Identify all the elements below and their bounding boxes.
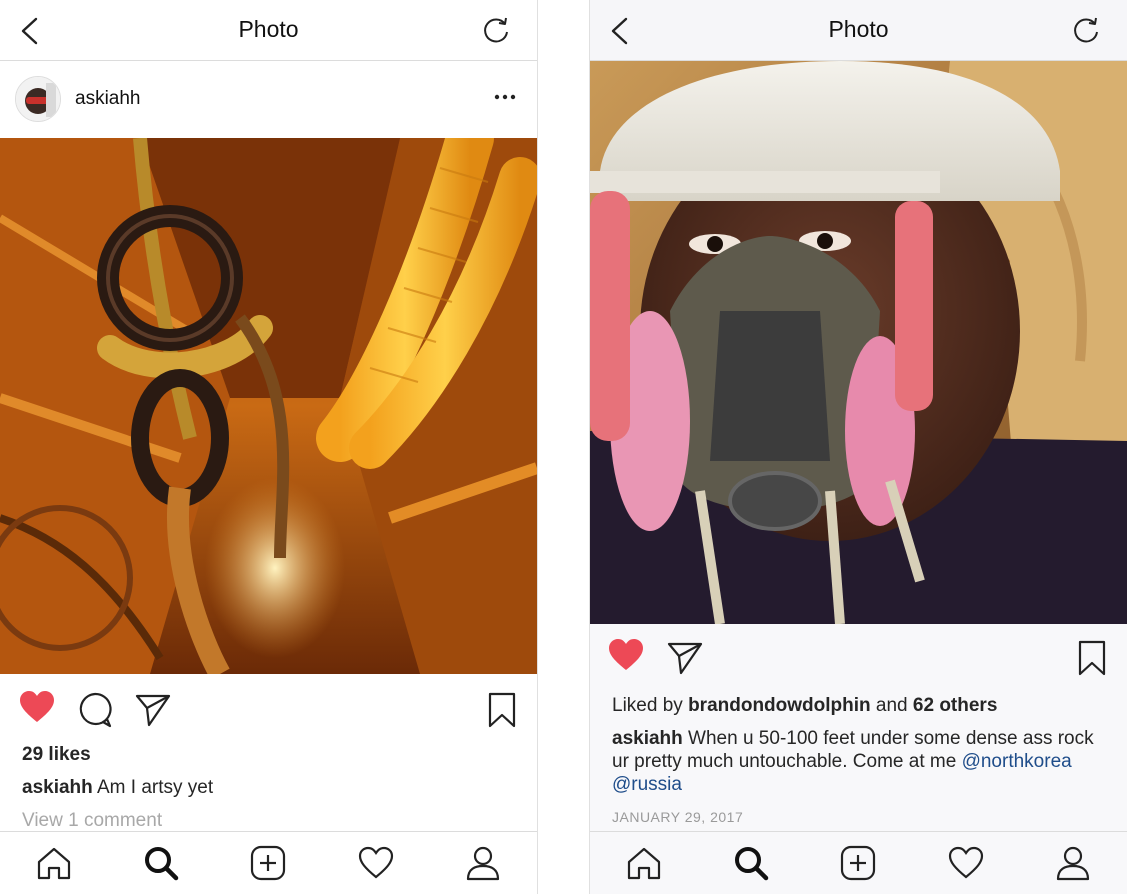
- screen-divider: [537, 0, 538, 894]
- refresh-icon[interactable]: [1071, 15, 1101, 45]
- view-comments-link[interactable]: View 1 comment: [22, 809, 517, 832]
- post-header: askiahh: [0, 61, 537, 137]
- heart-filled-icon[interactable]: [18, 689, 56, 727]
- search-icon[interactable]: [732, 844, 770, 882]
- caption: askiahh When u 50-100 feet under some de…: [612, 727, 1107, 796]
- share-icon[interactable]: [666, 639, 704, 677]
- add-icon[interactable]: [839, 844, 877, 882]
- post-photo[interactable]: [0, 138, 537, 674]
- refresh-icon[interactable]: [481, 15, 511, 45]
- liked-by-user[interactable]: brandondowdolphin: [688, 695, 871, 716]
- post-photo[interactable]: [590, 61, 1127, 624]
- page-title: Photo: [828, 16, 889, 42]
- page-title: Photo: [238, 16, 299, 42]
- post-date: JANUARY 29, 2017: [612, 809, 744, 825]
- likes-count[interactable]: 29 likes: [22, 743, 517, 766]
- action-bar: [590, 633, 1127, 683]
- top-bar: Photo: [0, 0, 537, 61]
- bookmark-icon[interactable]: [483, 691, 521, 729]
- activity-heart-icon[interactable]: [947, 844, 985, 882]
- caption-text: Am I artsy yet: [97, 777, 214, 798]
- activity-heart-icon[interactable]: [357, 844, 395, 882]
- profile-icon[interactable]: [1054, 844, 1092, 882]
- liked-by-others[interactable]: 62 others: [913, 695, 997, 716]
- home-icon[interactable]: [625, 844, 663, 882]
- mention-link[interactable]: @northkorea: [962, 751, 1072, 772]
- search-icon[interactable]: [142, 844, 180, 882]
- profile-icon[interactable]: [464, 844, 502, 882]
- post-username[interactable]: askiahh: [75, 88, 141, 110]
- caption: askiahh Am I artsy yet: [22, 776, 517, 799]
- bottom-tab-bar: [590, 831, 1127, 894]
- more-icon[interactable]: [493, 85, 517, 109]
- caption-username[interactable]: askiahh: [612, 728, 683, 749]
- heart-filled-icon[interactable]: [607, 637, 645, 675]
- liked-by: Liked by brandondowdolphin and 62 others: [612, 694, 1107, 717]
- mention-link[interactable]: @russia: [612, 774, 682, 795]
- bookmark-icon[interactable]: [1073, 639, 1111, 677]
- share-icon[interactable]: [134, 691, 172, 729]
- action-bar: [0, 685, 537, 735]
- right-phone-screen: Photo Liked by brandondowdolphin and 62 …: [590, 0, 1127, 894]
- top-bar: Photo: [590, 0, 1127, 61]
- left-phone-screen: Photo askiahh 29 likes askiahh Am I arts…: [0, 0, 537, 894]
- home-icon[interactable]: [35, 844, 73, 882]
- bottom-tab-bar: [0, 831, 537, 894]
- comment-icon[interactable]: [76, 691, 114, 729]
- liked-by-and: and: [875, 695, 908, 716]
- liked-by-prefix: Liked by: [612, 695, 683, 716]
- add-icon[interactable]: [249, 844, 287, 882]
- caption-username[interactable]: askiahh: [22, 777, 93, 798]
- avatar[interactable]: [15, 76, 61, 122]
